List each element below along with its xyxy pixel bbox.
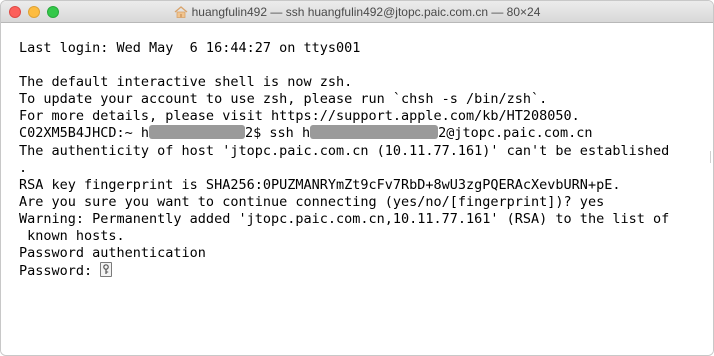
command-text: 2$ ssh h (245, 125, 311, 142)
terminal-line: The authenticity of host 'jtopc.paic.com… (19, 142, 670, 159)
terminal-line: Warning: Permanently added 'jtopc.paic.c… (19, 210, 670, 227)
home-folder-icon (174, 5, 188, 18)
terminal-command-line: C02XM5B4JHCD:~ h 2$ ssh h 2@jtopc.paic.com… (19, 125, 669, 142)
terminal-content[interactable]: Last login: Wed May 6 16:44:27 on ttys00… (1, 23, 713, 355)
window-title: huangfulin492 — ssh huangfulin492@jtopc.… (191, 4, 541, 19)
command-host-text: 2@jtopc.paic.com.cn (438, 125, 593, 142)
redacted-host-user-block (310, 125, 439, 140)
terminal-line: . (19, 159, 28, 176)
terminal-line: To update your account to use zsh, pleas… (19, 91, 548, 108)
title-bar[interactable]: huangfulin492 — ssh huangfulin492@jtopc.… (1, 1, 713, 23)
prompt-text: C02XM5B4JHCD:~ h (19, 125, 150, 142)
terminal-line: RSA key fingerprint is SHA256:0PUZMANRYm… (19, 176, 621, 193)
window-title-area: huangfulin492 — ssh huangfulin492@jtopc.… (1, 1, 713, 22)
terminal-line: For more details, please visit https://s… (19, 108, 580, 125)
terminal-line: The default interactive shell is now zsh… (19, 74, 353, 91)
terminal-line: Last login: Wed May 6 16:44:27 on ttys00… (19, 40, 361, 56)
password-prompt: Password: (19, 263, 101, 280)
scroll-indicator[interactable] (710, 151, 711, 163)
secure-input-key-icon[interactable] (100, 262, 113, 278)
terminal-line: known hosts. (19, 228, 125, 245)
terminal-password-line: Password: (19, 262, 669, 279)
terminal-window: huangfulin492 — ssh huangfulin492@jtopc.… (0, 0, 714, 356)
redacted-username-block (149, 125, 246, 140)
terminal-line: Are you sure you want to continue connec… (19, 193, 605, 210)
terminal-line: Password authentication (19, 245, 206, 262)
terminal-output: Last login: Wed May 6 16:44:27 on ttys00… (19, 40, 669, 279)
